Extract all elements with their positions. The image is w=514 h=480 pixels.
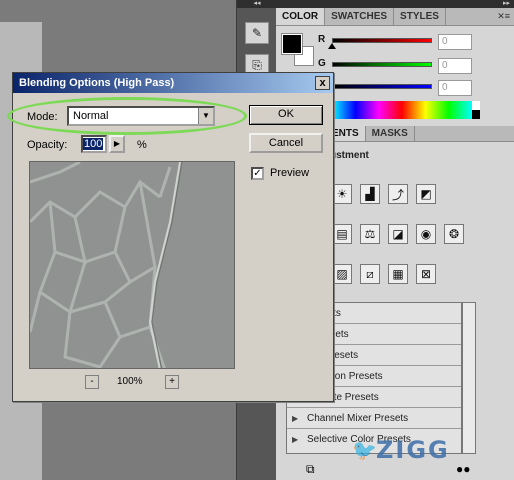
mode-dropdown[interactable]: Normal ▼: [67, 106, 215, 126]
zoom-in-button[interactable]: +: [165, 375, 179, 389]
mode-value: Normal: [73, 110, 109, 122]
panel-collapse-icon[interactable]: ▸▸: [276, 0, 514, 8]
ok-button[interactable]: OK: [249, 105, 323, 125]
black-white-ramp[interactable]: [472, 101, 480, 119]
posterize-icon[interactable]: ⧄: [360, 264, 380, 284]
chevron-down-icon[interactable]: ▼: [198, 108, 213, 124]
dialog-title-bar[interactable]: Blending Options (High Pass) x: [13, 73, 333, 93]
opacity-slider-arrow-icon[interactable]: ▶: [109, 135, 125, 153]
zoom-out-button[interactable]: -: [85, 375, 99, 389]
opacity-input[interactable]: 100: [81, 135, 107, 153]
high-pass-preview-texture: [30, 162, 234, 368]
selective-color-icon[interactable]: ⊠: [416, 264, 436, 284]
adjustments-title: ustment: [330, 150, 369, 161]
dialog-title: Blending Options (High Pass): [19, 77, 175, 89]
dock-collapse-icon[interactable]: ◂◂: [237, 0, 277, 8]
tab-styles[interactable]: STYLES: [394, 8, 446, 25]
exposure-icon[interactable]: ◩: [416, 184, 436, 204]
mode-label: Mode:: [27, 111, 58, 123]
gradient-map-icon[interactable]: ▦: [388, 264, 408, 284]
channel-mixer-icon[interactable]: ❂: [444, 224, 464, 244]
opacity-label: Opacity:: [27, 139, 68, 151]
preview-checkbox[interactable]: ✓: [251, 167, 264, 180]
adjustment-icons-row-1: ☀ ▟ ⤴ ◩: [332, 184, 436, 204]
brush-icon[interactable]: ✎: [245, 22, 269, 44]
slider-r-knob[interactable]: [328, 43, 336, 49]
channel-value-r[interactable]: 0: [438, 34, 472, 50]
channel-label-r: R: [318, 34, 326, 45]
watermark-logo: ZIGG: [376, 436, 450, 464]
adjustment-icons-row-3: ▨ ⧄ ▦ ⊠: [332, 264, 436, 284]
preview-label: Preview: [270, 167, 310, 179]
foreground-color-swatch[interactable]: [281, 33, 303, 55]
watermark-bird-icon: 🐦: [352, 440, 377, 462]
expand-triangle-icon: ▶: [292, 435, 299, 444]
expand-triangle-icon: ▶: [292, 414, 299, 423]
tab-swatches[interactable]: SWATCHES: [325, 8, 395, 25]
curves-icon[interactable]: ⤴: [388, 184, 408, 204]
panel-menu-icon[interactable]: ✕≡: [497, 11, 510, 22]
blending-options-dialog: Blending Options (High Pass) x Mode: Nor…: [7, 72, 334, 402]
tab-color[interactable]: COLOR: [276, 8, 326, 25]
slider-r[interactable]: [332, 38, 432, 43]
color-balance-icon[interactable]: ⚖: [360, 224, 380, 244]
cancel-button[interactable]: Cancel: [249, 133, 323, 153]
invert-icon[interactable]: ▨: [332, 264, 352, 284]
black-white-icon[interactable]: ◪: [388, 224, 408, 244]
adjustment-icons-row-2: ▤ ⚖ ◪ ◉ ❂: [332, 224, 464, 244]
slider-b[interactable]: [332, 84, 432, 89]
hue-saturation-icon[interactable]: ▤: [332, 224, 352, 244]
photo-filter-icon[interactable]: ◉: [416, 224, 436, 244]
channel-value-g[interactable]: 0: [438, 58, 472, 74]
color-spectrum-ramp[interactable]: [332, 101, 472, 119]
opacity-unit: %: [137, 139, 147, 151]
visibility-icon[interactable]: ●●: [456, 462, 471, 476]
channel-label-g: G: [318, 58, 326, 69]
channel-value-b[interactable]: 0: [438, 80, 472, 96]
presets-scrollbar[interactable]: [462, 302, 476, 454]
levels-icon[interactable]: ▟: [360, 184, 380, 204]
brightness-icon[interactable]: ☀: [332, 184, 352, 204]
clip-layer-icon[interactable]: ⧉: [306, 462, 315, 477]
tab-masks[interactable]: MASKS: [366, 126, 415, 141]
preset-item[interactable]: ▶ Channel Mixer Presets: [287, 408, 461, 429]
slider-g[interactable]: [332, 62, 432, 67]
preview-image[interactable]: [29, 161, 235, 369]
zoom-level: 100%: [117, 376, 143, 387]
close-button[interactable]: x: [315, 76, 330, 90]
color-panel-tabs: COLOR SWATCHES STYLES: [276, 8, 514, 26]
